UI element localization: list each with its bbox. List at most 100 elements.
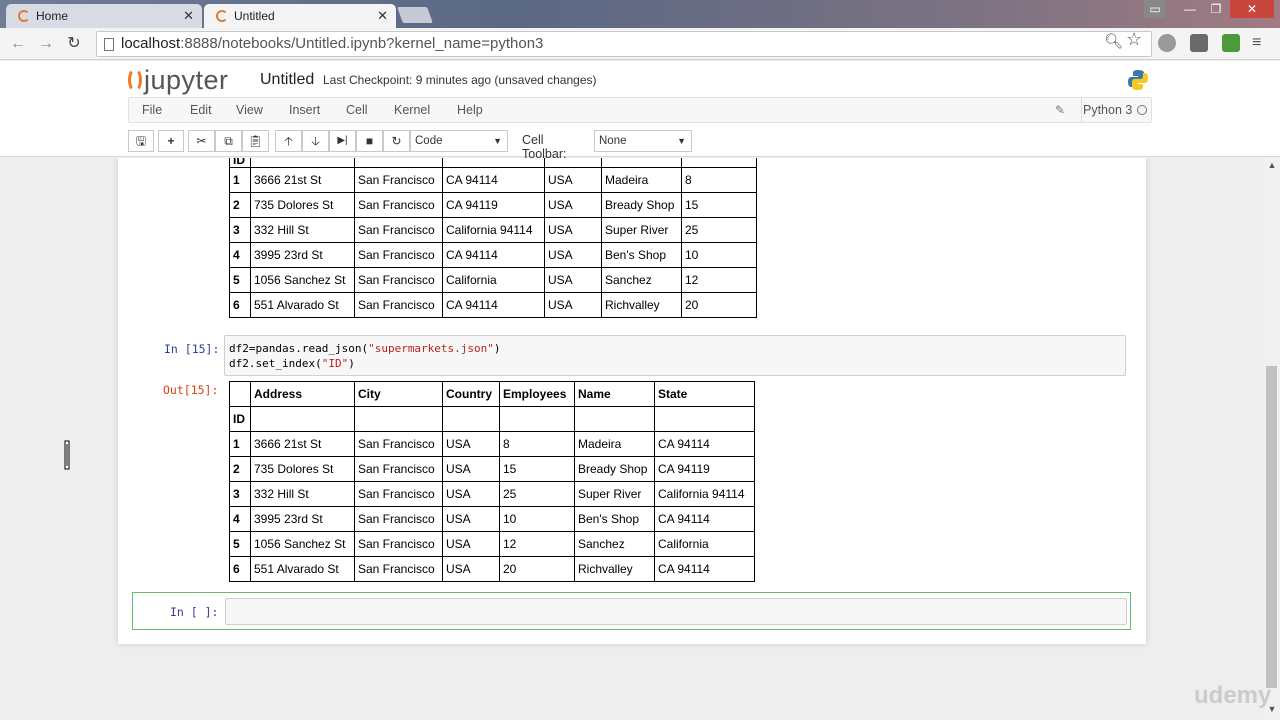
tab-title: Home [36,9,69,23]
table-row: 3 332 Hill St San Francisco USA 25 Super Rive… [229,481,755,507]
cell-type-select[interactable]: Code ▼ [410,130,508,152]
notebook-name[interactable]: Untitled [260,71,314,89]
scroll-up-icon[interactable]: ▲ [1264,160,1280,170]
user-icon[interactable]: ▭ [1144,0,1166,18]
new-tab-button[interactable] [397,7,433,23]
copy-icon[interactable]: ⧉ [215,130,242,152]
menubar: File Edit View Insert Cell Kernel Help ✎… [128,97,1152,123]
table-cell: California [654,531,755,557]
table-row: 2 735 Dolores St San Francisco USA 15 Bready … [229,456,755,482]
run-cell-icon[interactable]: ▶| [329,130,356,152]
extension-icon[interactable] [1190,34,1208,52]
table-row: 2 735 Dolores St San Francisco CA 94119 USA B… [229,192,757,218]
index-name-row: ID [229,406,755,432]
table-row: 5 1056 Sanchez St San Francisco USA 12 Sanche… [229,531,755,557]
tab-untitled[interactable]: Untitled ✕ [204,4,396,28]
table-row: 6 551 Alvarado St San Francisco CA 94114 USA… [229,292,757,318]
kernel-divider [1081,98,1082,122]
table-cell: 551 Alvarado St [250,556,355,582]
move-down-icon[interactable]: 🡣 [302,130,329,152]
menu-insert[interactable]: Insert [289,103,320,117]
edit-pencil-icon[interactable]: ✎ [1055,103,1065,117]
jupyter-favicon-icon [18,10,30,22]
jupyter-logo-icon [128,68,142,92]
menu-kernel[interactable]: Kernel [394,103,430,117]
move-up-icon[interactable]: 🡡 [275,130,302,152]
code-text: ) [348,357,355,370]
menu-cell[interactable]: Cell [346,103,368,117]
table-cell: 25 [499,481,575,507]
table-cell: Ben's Shop [601,242,682,268]
chevron-down-icon: ▼ [493,136,502,146]
notebook-area[interactable]: ID 1 3666 21st St San Francisco CA 94114 USA… [0,158,1264,720]
add-cell-icon[interactable]: + [158,130,184,152]
checkpoint-status: Last Checkpoint: 9 minutes ago (unsaved … [323,73,597,87]
index-cell: 5 [229,531,251,557]
jupyter-logo[interactable]: jupyter [128,65,229,96]
table-cell: San Francisco [354,431,443,457]
table-row: ID [229,158,757,168]
menu-help[interactable]: Help [457,103,483,117]
search-icon[interactable]: 🔍︎ [1104,32,1123,50]
url-input[interactable]: localhost:8888/notebooks/Untitled.ipynb?… [96,31,1152,57]
table-cell: 8 [499,431,575,457]
table-cell: 3666 21st St [250,431,355,457]
star-icon[interactable]: ☆ [1126,29,1142,50]
extension-icon[interactable] [1158,34,1176,52]
table-cell: 20 [681,292,757,318]
window-close-button[interactable]: ✕ [1230,0,1274,18]
table-cell: 25 [681,217,757,243]
table-header-row: Address City Country Employees Name Stat… [229,381,755,407]
table-row: 6 551 Alvarado St San Francisco USA 20 Richva… [229,556,755,582]
index-cell: 2 [229,456,251,482]
minimize-button[interactable]: — [1178,0,1202,18]
reload-icon[interactable]: ↻ [64,34,84,54]
index-cell: 6 [229,556,251,582]
active-code-cell[interactable]: In [ ]: [132,592,1131,630]
column-header: Address [250,381,355,407]
cut-icon[interactable]: ✂ [188,130,215,152]
column-header: Name [574,381,655,407]
code-input[interactable] [225,598,1127,625]
restart-icon[interactable]: ↻ [383,130,410,152]
table-cell: Super River [574,481,655,507]
index-cell: 5 [229,267,251,293]
table-cell: Richvalley [601,292,682,318]
table-cell: Richvalley [574,556,655,582]
vertical-scrollbar[interactable]: ▲ ▼ [1264,158,1280,720]
menu-edit[interactable]: Edit [190,103,212,117]
table-cell: 551 Alvarado St [250,292,355,318]
paste-icon[interactable]: 📋︎ [242,130,269,152]
table-cell: San Francisco [354,267,443,293]
close-icon[interactable]: ✕ [183,8,194,24]
forward-arrow-icon[interactable]: → [36,34,56,54]
save-icon[interactable]: 🖫︎ [128,130,154,152]
table-cell: San Francisco [354,556,443,582]
table-cell: San Francisco [354,506,443,532]
stop-icon[interactable]: ■ [356,130,383,152]
code-input[interactable]: df2=pandas.read_json("supermarkets.json"… [224,335,1126,376]
back-arrow-icon[interactable]: ← [8,34,28,54]
scroll-thumb[interactable] [1266,366,1277,688]
cell-toolbar-select[interactable]: None ▼ [594,130,692,152]
maximize-button[interactable]: ❐ [1204,0,1228,18]
menu-file[interactable]: File [142,103,162,117]
kernel-name: Python 3 [1083,103,1133,117]
extension-icon[interactable] [1222,34,1240,52]
table-cell: USA [544,292,602,318]
table-cell: 1056 Sanchez St [250,531,355,557]
tab-home[interactable]: Home ✕ [6,4,202,28]
python-logo-icon [1128,70,1148,90]
menu-icon[interactable]: ≡ [1252,34,1270,52]
table-cell: USA [442,456,500,482]
index-header: ID [229,406,251,432]
table-cell: 20 [499,556,575,582]
tab-title: Untitled [234,9,275,23]
table-cell: San Francisco [354,167,443,193]
dataframe-table: ID 1 3666 21st St San Francisco CA 94114 USA… [229,158,757,318]
menu-view[interactable]: View [236,103,263,117]
table-cell: Super River [601,217,682,243]
table-cell: CA 94114 [654,556,755,582]
close-icon[interactable]: ✕ [377,8,388,24]
table-row: 4 3995 23rd St San Francisco CA 94114 USA Ben… [229,242,757,268]
